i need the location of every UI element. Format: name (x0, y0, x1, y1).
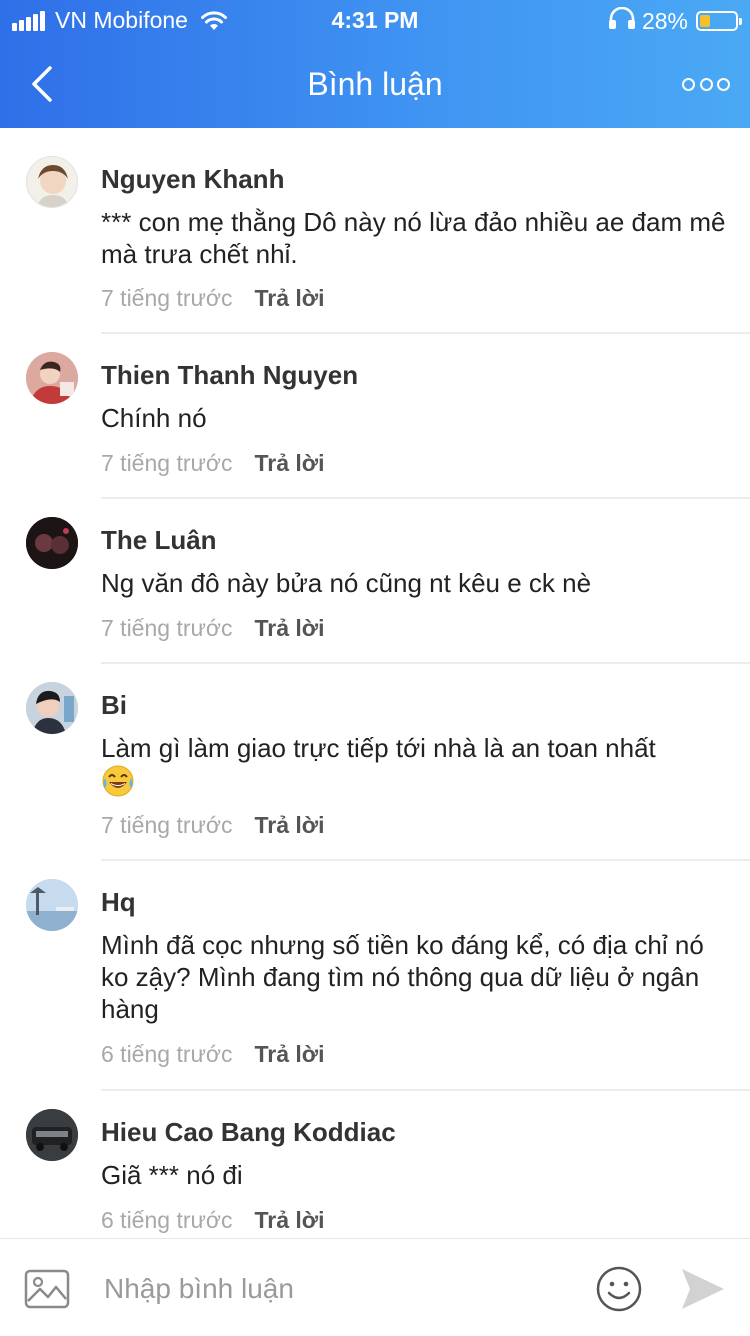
comment-author[interactable]: Bi (101, 690, 127, 721)
avatar[interactable] (26, 1109, 78, 1161)
comment-text: Mình đã cọc nhưng số tiền ko đáng kể, có… (101, 930, 704, 1024)
battery-percent: 28% (641, 7, 688, 34)
divider (101, 662, 750, 664)
comment-text-body: Làm gì làm giao trực tiếp tới nhà là an … (101, 733, 656, 763)
reply-button[interactable]: Trả lời (254, 450, 324, 476)
avatar[interactable] (26, 352, 78, 404)
more-options-button[interactable] (682, 74, 730, 94)
comment-time: 7 tiếng trước (101, 450, 233, 476)
comment-meta: 7 tiếng trước Trả lời (101, 812, 325, 839)
reply-button[interactable]: Trả lời (254, 1041, 324, 1067)
comment-item: Hq Mình đã cọc nhưng số tiền ko đáng kể,… (0, 863, 750, 1093)
comment-time: 7 tiếng trước (101, 615, 233, 641)
status-bar: VN Mobifone 4:31 PM 28% (0, 0, 750, 40)
comment-time: 7 tiếng trước (101, 812, 233, 838)
comment-author[interactable]: Thien Thanh Nguyen (101, 360, 358, 391)
send-icon[interactable] (680, 1267, 726, 1311)
comment-item: The Luân Ng văn đô này bửa nó cũng nt kê… (0, 501, 750, 666)
avatar[interactable] (26, 517, 78, 569)
comment-text: Chính nó (101, 403, 207, 433)
reply-button[interactable]: Trả lời (254, 615, 324, 641)
image-icon[interactable] (24, 1269, 70, 1309)
comment-text: Ng văn đô này bửa nó cũng nt kêu e ck nè (101, 568, 592, 598)
comment-input-bar (0, 1238, 750, 1336)
divider (101, 859, 750, 861)
comment-meta: 7 tiếng trước Trả lời (101, 615, 325, 642)
comment-meta: 6 tiếng trước Trả lời (101, 1041, 325, 1068)
comment-text: Làm gì làm giao trực tiếp tới nhà là an … (101, 732, 731, 805)
comment-author[interactable]: The Luân (101, 525, 217, 556)
avatar[interactable] (26, 682, 78, 734)
avatar[interactable] (26, 879, 78, 931)
comment-author[interactable]: Nguyen Khanh (101, 164, 284, 195)
header: VN Mobifone 4:31 PM 28% Bình luận (0, 0, 750, 128)
headphones-icon (608, 6, 636, 35)
comment-time: 6 tiếng trước (101, 1041, 233, 1067)
reply-button[interactable]: Trả lời (254, 812, 324, 838)
divider (101, 497, 750, 499)
comment-meta: 7 tiếng trước Trả lời (101, 450, 325, 477)
comment-text: Giã *** nó đi (101, 1160, 243, 1190)
comment-input[interactable] (104, 1269, 574, 1309)
comment-time: 6 tiếng trước (101, 1207, 233, 1233)
page-title: Bình luận (307, 66, 443, 102)
comment-author[interactable]: Hieu Cao Bang Koddiac (101, 1117, 396, 1148)
comment-author[interactable]: Hq (101, 887, 136, 918)
comment-meta: 7 tiếng trước Trả lời (101, 285, 325, 312)
comment-item: Bi Làm gì làm giao trực tiếp tới nhà là … (0, 666, 750, 863)
nav-bar: Bình luận (0, 40, 750, 128)
comment-item: Nguyen Khanh *** con mẹ thằng Dô này nó … (0, 128, 750, 336)
avatar[interactable] (26, 156, 78, 208)
divider (101, 1089, 750, 1091)
comment-meta: 6 tiếng trước Trả lời (101, 1207, 325, 1234)
comment-item: Thien Thanh Nguyen Chính nó 7 tiếng trướ… (0, 336, 750, 501)
divider (101, 332, 750, 334)
comment-item: Hieu Cao Bang Koddiac Giã *** nó đi 6 ti… (0, 1093, 750, 1238)
battery-icon (696, 11, 742, 31)
smile-icon[interactable] (595, 1265, 643, 1313)
comment-time: 7 tiếng trước (101, 285, 233, 311)
more-dots-icon (682, 77, 695, 91)
reply-button[interactable]: Trả lời (254, 285, 324, 311)
reply-button[interactable]: Trả lời (254, 1207, 324, 1233)
laughing-tears-emoji (101, 764, 135, 805)
comment-text: *** con mẹ thằng Dô này nó lừa đảo nhiều… (101, 207, 726, 269)
